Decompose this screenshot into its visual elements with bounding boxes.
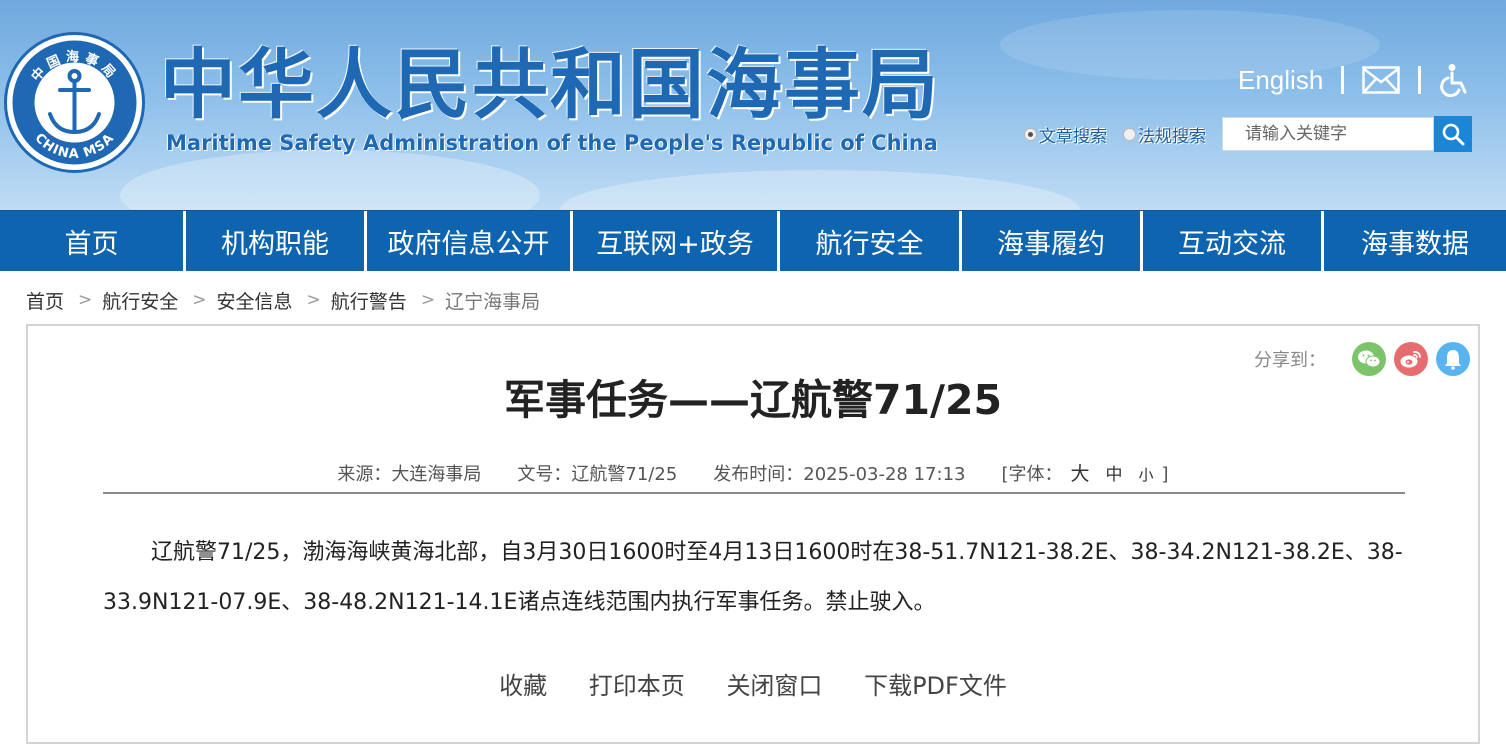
font-size-medium[interactable]: 中 <box>1106 465 1123 485</box>
article-actions: 收藏 打印本页 关闭窗口 下载PDF文件 <box>28 666 1478 701</box>
article-doc-number: 文号：辽航警71/25 <box>517 464 678 485</box>
font-size-large[interactable]: 大 <box>1071 463 1090 485</box>
mail-icon[interactable] <box>1362 66 1401 94</box>
tools-divider <box>1341 66 1345 94</box>
nav-item-functions[interactable]: 机构职能 <box>186 211 364 271</box>
msa-emblem-logo[interactable]: 中国海事局 CHINA MSA <box>4 32 145 173</box>
radio-law[interactable] <box>1123 127 1136 141</box>
breadcrumb-nav-warning[interactable]: 航行警告 <box>331 287 407 314</box>
radio-article[interactable] <box>1024 127 1037 141</box>
breadcrumb-separator: > <box>78 290 93 310</box>
breadcrumb: 首页 > 航行安全 > 安全信息 > 航行警告 > 辽宁海事局 <box>26 286 540 314</box>
title-divider <box>103 492 1405 494</box>
nav-item-interaction[interactable]: 互动交流 <box>1143 211 1321 271</box>
header-tools: English <box>1238 60 1469 100</box>
breadcrumb-navigation-safety[interactable]: 航行安全 <box>102 287 178 314</box>
english-link[interactable]: English <box>1238 65 1323 96</box>
site-title-english: Maritime Safety Administration of the Pe… <box>166 131 938 155</box>
header-cloud-decoration <box>120 150 540 210</box>
article-publish-time: 发布时间：2025-03-28 17:13 <box>713 464 966 485</box>
search-option-law[interactable]: 法规搜索 <box>1123 122 1206 147</box>
breadcrumb-safety-info[interactable]: 安全信息 <box>217 287 293 314</box>
nav-item-navigation-safety[interactable]: 航行安全 <box>780 211 959 271</box>
print-button[interactable]: 打印本页 <box>589 672 685 700</box>
breadcrumb-home[interactable]: 首页 <box>26 287 64 314</box>
search-option-law-label: 法规搜索 <box>1138 126 1206 147</box>
nav-item-compliance[interactable]: 海事履约 <box>962 211 1140 271</box>
nav-item-gov-info[interactable]: 政府信息公开 <box>367 211 570 271</box>
tools-divider <box>1418 66 1422 94</box>
favorite-button[interactable]: 收藏 <box>499 672 547 700</box>
site-header: 中国海事局 CHINA MSA 中华人民共和国海事局 Maritime Safe… <box>0 0 1506 210</box>
font-size-close: ] <box>1161 464 1169 485</box>
breadcrumb-separator: > <box>192 290 207 310</box>
site-title-chinese: 中华人民共和国海事局 <box>160 40 940 129</box>
breadcrumb-separator: > <box>306 290 321 310</box>
breadcrumb-separator: > <box>420 290 436 310</box>
font-size-label: [字体： <box>1001 464 1063 485</box>
nav-item-data[interactable]: 海事数据 <box>1324 211 1506 271</box>
nav-item-internet-gov[interactable]: 互联网+政务 <box>573 211 777 271</box>
close-window-button[interactable]: 关闭窗口 <box>726 672 822 700</box>
accessibility-icon[interactable] <box>1439 63 1469 97</box>
search-option-article-label: 文章搜索 <box>1039 126 1107 147</box>
article-title: 军事任务——辽航警71/25 <box>503 376 1003 424</box>
article-body: 辽航警71/25，渤海海峡黄海北部，自3月30日1600时至4月13日1600时… <box>103 540 1403 615</box>
search-area: 文章搜索 法规搜索 <box>1024 116 1472 152</box>
nav-item-home[interactable]: 首页 <box>0 211 183 271</box>
article-meta: 来源：大连海事局 文号：辽航警71/25 发布时间：2025-03-28 17:13… <box>28 459 1478 486</box>
article-source: 来源：大连海事局 <box>337 464 482 485</box>
search-input[interactable] <box>1222 117 1434 151</box>
main-nav: 首页 机构职能 政府信息公开 互联网+政务 航行安全 海事履约 互动交流 海事数… <box>0 210 1506 271</box>
download-pdf-button[interactable]: 下载PDF文件 <box>864 672 1007 700</box>
font-size-small[interactable]: 小 <box>1139 466 1154 484</box>
breadcrumb-current[interactable]: 辽宁海事局 <box>445 287 540 314</box>
header-cloud-decoration <box>560 170 1080 210</box>
search-option-article[interactable]: 文章搜索 <box>1024 122 1107 147</box>
search-icon <box>1442 123 1465 146</box>
search-button[interactable] <box>1434 116 1472 152</box>
article-panel: 分享到： 军事任务——辽航警71/25 来源：大连海事局 文号：辽航警71/25… <box>26 324 1480 744</box>
